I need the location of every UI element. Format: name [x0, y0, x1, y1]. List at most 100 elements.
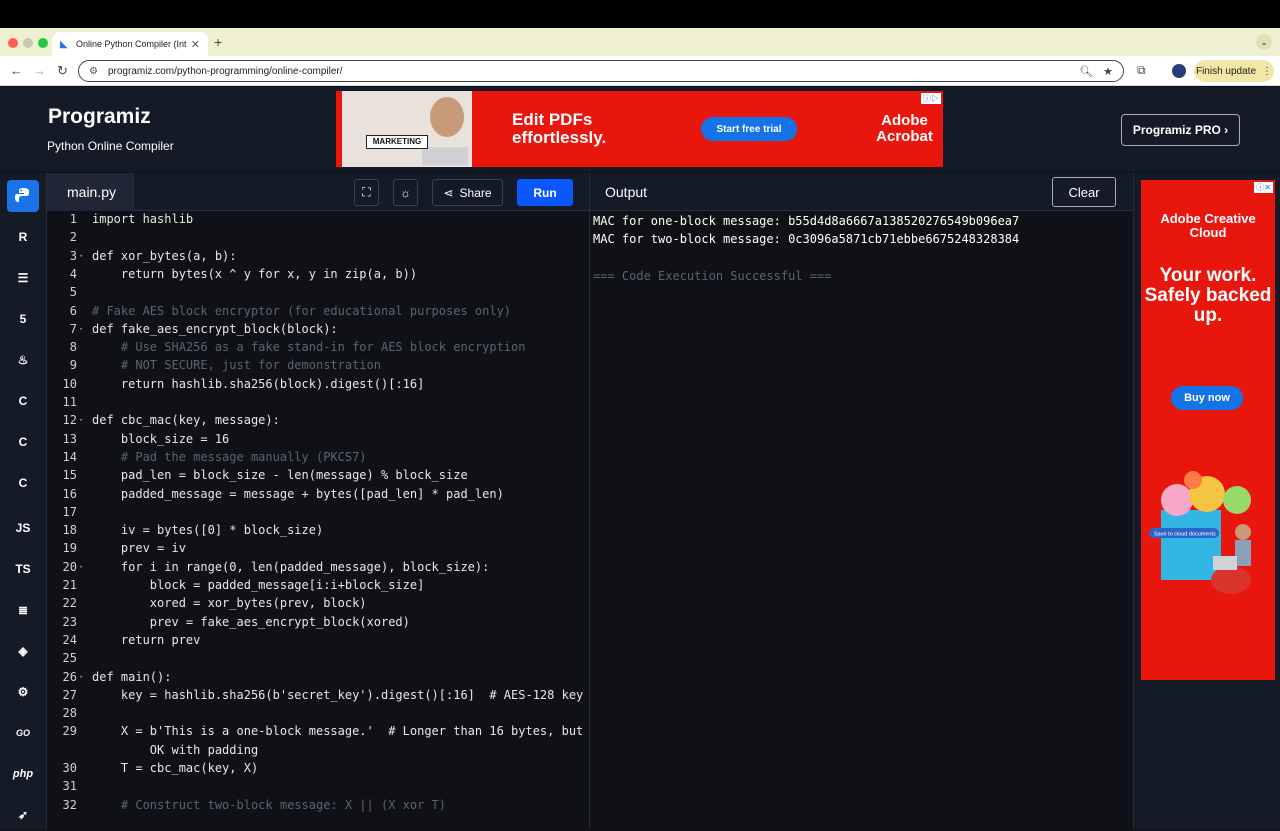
- php-icon[interactable]: php: [7, 758, 39, 790]
- code-line[interactable]: 8 # Use SHA256 as a fake stand-in for AE…: [47, 340, 589, 358]
- ad-info-icon[interactable]: ⓘ✕: [1254, 182, 1273, 193]
- share-button[interactable]: ⋖ Share: [432, 179, 503, 206]
- clear-button[interactable]: Clear: [1052, 177, 1116, 207]
- file-tab-main[interactable]: main.py: [47, 173, 134, 211]
- site-info-icon[interactable]: ⚙: [89, 66, 98, 77]
- zoom-icon[interactable]: 🔍︎: [1079, 65, 1093, 78]
- typescript-icon[interactable]: TS: [7, 553, 39, 585]
- go-stack-icon[interactable]: ≣: [7, 594, 39, 626]
- code-line[interactable]: 25: [47, 651, 589, 669]
- new-tab-icon[interactable]: +: [214, 34, 222, 50]
- banner-ad[interactable]: MARKETING Edit PDFs effortlessly. Start …: [336, 91, 943, 167]
- programiz-pro-button[interactable]: Programiz PRO ›: [1121, 114, 1240, 146]
- theme-toggle-icon[interactable]: ☼: [393, 179, 418, 206]
- code-line[interactable]: 32 # Construct two-block message: X || (…: [47, 798, 589, 816]
- code-editor[interactable]: 1 import hashlib 2 3 ▾ def xor_bytes(a, b): 4 …: [47, 211, 589, 829]
- share-label: Share: [459, 185, 492, 200]
- golang-icon[interactable]: GO: [7, 717, 39, 749]
- reload-icon[interactable]: ↻: [57, 63, 68, 79]
- cpp-icon[interactable]: C: [7, 426, 39, 458]
- code-line[interactable]: 21 block = padded_message[i:i+block_size…: [47, 578, 589, 596]
- code-line[interactable]: 5: [47, 285, 589, 303]
- code-line[interactable]: 23 prev = fake_aes_encrypt_block(xored): [47, 615, 589, 633]
- csharp-icon[interactable]: C: [7, 467, 39, 499]
- fold-toggle-icon[interactable]: ▾: [79, 563, 83, 571]
- code-line[interactable]: 17: [47, 505, 589, 523]
- code-line[interactable]: 15 pad_len = block_size - len(message) %…: [47, 468, 589, 486]
- code-line[interactable]: 26 ▾ def main():: [47, 670, 589, 688]
- java-icon[interactable]: ♨: [7, 344, 39, 376]
- extensions-icon[interactable]: ⧉: [1137, 63, 1146, 78]
- line-number: 15: [62, 468, 77, 483]
- programiz-logo[interactable]: Programiz: [48, 105, 151, 129]
- line-number: 4: [69, 266, 77, 281]
- r-icon[interactable]: R: [7, 221, 39, 253]
- ad-person-head: [430, 97, 464, 137]
- browser-tab[interactable]: ◣ Online Python Compiler (Inte ✕: [52, 32, 208, 56]
- code-line[interactable]: 10 return hashlib.sha256(block).digest()…: [47, 377, 589, 395]
- code-text: OK with padding: [92, 742, 259, 757]
- code-line[interactable]: 9 # NOT SECURE, just for demonstration: [47, 358, 589, 376]
- bookmark-star-icon[interactable]: ★: [1103, 65, 1113, 78]
- close-window-button[interactable]: [8, 38, 18, 48]
- address-bar[interactable]: ⚙ programiz.com/python-programming/onlin…: [78, 60, 1124, 82]
- maximize-window-button[interactable]: [38, 38, 48, 48]
- code-line[interactable]: 4 return bytes(x ^ y for x, y in zip(a, …: [47, 267, 589, 285]
- html5-icon[interactable]: 5: [7, 303, 39, 335]
- side-ad[interactable]: ⓘ✕ Adobe Creative Cloud Your work. Safel…: [1141, 180, 1275, 680]
- code-line[interactable]: 7 ▾ def fake_aes_encrypt_block(block):: [47, 322, 589, 340]
- code-line[interactable]: 30 T = cbc_mac(key, X): [47, 761, 589, 779]
- line-number: 23: [62, 614, 77, 629]
- line-number: 20: [62, 559, 77, 574]
- fold-toggle-icon[interactable]: ▾: [79, 673, 83, 681]
- code-line[interactable]: 1 import hashlib: [47, 212, 589, 230]
- fold-toggle-icon[interactable]: ▾: [79, 416, 83, 424]
- fullscreen-icon[interactable]: ⛶: [354, 179, 379, 206]
- kotlin-icon[interactable]: ◈: [7, 635, 39, 667]
- code-line[interactable]: OK with padding: [47, 743, 589, 761]
- code-line[interactable]: 6 # Fake AES block encryptor (for educati…: [47, 304, 589, 322]
- code-line[interactable]: 31: [47, 779, 589, 797]
- rust-icon[interactable]: ⚙: [7, 676, 39, 708]
- ad-brand: Adobe Acrobat: [876, 112, 933, 145]
- code-line[interactable]: 2: [47, 230, 589, 248]
- code-line[interactable]: 16 padded_message = message + bytes([pad…: [47, 487, 589, 505]
- buy-now-button[interactable]: Buy now: [1171, 386, 1243, 410]
- code-line[interactable]: 20 ▾ for i in range(0, len(padded_message…: [47, 560, 589, 578]
- code-line[interactable]: 22 xored = xor_bytes(prev, block): [47, 596, 589, 614]
- code-line[interactable]: 19 prev = iv: [47, 541, 589, 559]
- minimize-window-button[interactable]: [23, 38, 33, 48]
- code-text: def main():: [92, 669, 172, 684]
- code-line[interactable]: 11: [47, 395, 589, 413]
- code-line[interactable]: 29 X = b'This is a one-block message.' #…: [47, 724, 589, 742]
- code-line[interactable]: 3 ▾ def xor_bytes(a, b):: [47, 249, 589, 267]
- code-line[interactable]: 28: [47, 706, 589, 724]
- profile-avatar[interactable]: [1172, 64, 1186, 78]
- sql-icon[interactable]: ☰: [7, 262, 39, 294]
- code-line[interactable]: 18 iv = bytes([0] * block_size): [47, 523, 589, 541]
- code-line[interactable]: 24 return prev: [47, 633, 589, 651]
- fold-toggle-icon[interactable]: ▾: [79, 325, 83, 333]
- ad-info-icon[interactable]: ⓘ▷: [921, 93, 941, 104]
- back-icon[interactable]: ←: [10, 63, 23, 78]
- c-icon[interactable]: C: [7, 385, 39, 417]
- code-line[interactable]: 13 block_size = 16: [47, 432, 589, 450]
- line-number: 14: [62, 449, 77, 464]
- code-text: return prev: [92, 632, 201, 647]
- tab-search-icon[interactable]: ⌄: [1256, 34, 1272, 50]
- code-line[interactable]: 12 ▾ def cbc_mac(key, message):: [47, 413, 589, 431]
- finish-update-button[interactable]: Finish update ⋮: [1194, 60, 1274, 82]
- execution-status: === Code Execution Successful ===: [593, 269, 832, 283]
- output-console[interactable]: MAC for one-block message: b55d4d8a6667a…: [590, 211, 1133, 829]
- code-text: # Construct two-block message: X || (X x…: [92, 797, 447, 812]
- code-line[interactable]: 14 # Pad the message manually (PKCS7): [47, 450, 589, 468]
- swift-icon[interactable]: ➶: [7, 799, 39, 831]
- fold-toggle-icon[interactable]: ▾: [79, 252, 83, 260]
- python-icon[interactable]: [7, 180, 39, 212]
- code-line[interactable]: 27 key = hashlib.sha256(b'secret_key').d…: [47, 688, 589, 706]
- close-tab-icon[interactable]: ✕: [191, 38, 200, 51]
- javascript-icon[interactable]: JS: [7, 512, 39, 544]
- run-button[interactable]: Run: [517, 179, 573, 206]
- ad-cta-button[interactable]: Start free trial: [701, 117, 797, 141]
- forward-icon[interactable]: →: [33, 63, 46, 78]
